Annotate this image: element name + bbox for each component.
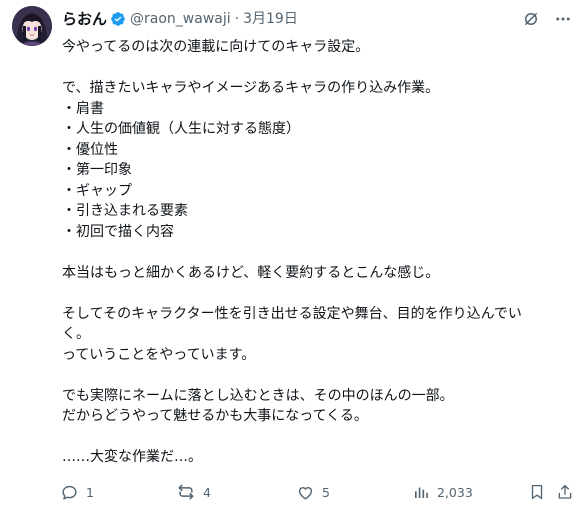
tweet-text: 今やってるのは次の連載に向けてのキャラ設定。で、描きたいキャラやイメージあるキャ… [62, 37, 580, 468]
like-icon [296, 483, 315, 502]
tweet-line: ……大変な作業だ…。 [62, 449, 202, 465]
reply-count: 1 [86, 484, 94, 500]
grok-icon[interactable] [522, 10, 540, 28]
tweet-line [62, 365, 580, 386]
tweet-line: ・ギャップ [62, 182, 132, 199]
like-count: 5 [322, 484, 330, 500]
tweet-line: 今やってるのは次の連載に向けてのキャラ設定。 [62, 39, 370, 55]
bookmark-button[interactable] [528, 480, 546, 504]
tweet-line: だからどうやって魅せるかも大事になってくる。 [62, 408, 368, 424]
action-bar: 1 4 5 2,033 [60, 480, 576, 504]
avatar[interactable] [12, 6, 52, 46]
views-button[interactable]: 2,033 [412, 480, 473, 504]
tweet-line: でも実際にネームに落とし込むときは、その中のほんの一部。 [62, 387, 454, 404]
author-handle[interactable]: @raon_wawaji [130, 9, 231, 29]
tweet-line: く。 [62, 326, 90, 342]
share-icon [556, 483, 574, 501]
tweet-line: っていうことをやっています。 [62, 346, 256, 363]
retweet-button[interactable]: 4 [176, 480, 211, 504]
separator-dot: · [234, 11, 240, 27]
verified-badge-icon [110, 11, 126, 27]
author-name[interactable]: らおん [62, 9, 107, 29]
tweet: らおん @raon_wawaji · 3月19日 今やってるのは次の連載に向けて… [0, 0, 584, 507]
retweet-icon [176, 482, 196, 502]
tweet-line: ・第一印象 [62, 162, 132, 178]
bookmark-icon [528, 483, 546, 501]
header-actions [522, 10, 572, 28]
tweet-header: らおん @raon_wawaji · 3月19日 [62, 9, 572, 29]
tweet-line: で、描きたいキャラやイメージあるキャラの作り込み作業。 [62, 80, 440, 96]
tweet-line: ・肩書 [62, 100, 104, 117]
views-icon [412, 483, 430, 501]
avatar-image [12, 6, 52, 46]
tweet-line: ・初回で描く内容 [62, 223, 174, 240]
share-button[interactable] [556, 480, 574, 504]
tweet-line: そしてそのキャラクター性を引き出せる設定や舞台、目的を作り込んでい [62, 305, 522, 322]
tweet-line [62, 58, 580, 79]
tweet-line: ・優位性 [62, 141, 118, 158]
tweet-line [62, 427, 580, 448]
tweet-line [62, 242, 580, 263]
tweet-line: ・引き込まれる要素 [62, 203, 188, 219]
tweet-line: 本当はもっと細かくあるけど、軽く要約するとこんな感じ。 [62, 264, 440, 281]
more-icon[interactable] [554, 10, 572, 28]
retweet-count: 4 [203, 484, 211, 500]
tweet-line: ・人生の価値観（人生に対する態度） [62, 121, 300, 137]
reply-button[interactable]: 1 [60, 480, 94, 504]
views-count: 2,033 [437, 484, 473, 500]
tweet-line [62, 283, 580, 304]
tweet-date[interactable]: 3月19日 [243, 9, 298, 29]
reply-icon [60, 483, 79, 502]
like-button[interactable]: 5 [296, 480, 330, 504]
